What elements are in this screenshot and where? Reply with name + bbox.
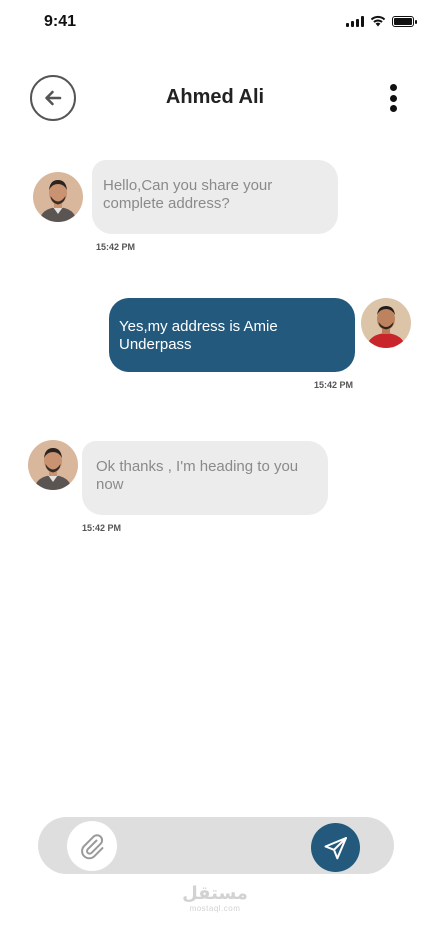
send-button[interactable] [311,823,360,872]
watermark-logo: مستقل mostaql.com [0,883,430,914]
status-icons [346,15,417,27]
avatar [33,172,83,222]
page-title: Ahmed Ali [165,86,265,108]
paperclip-icon [81,834,104,860]
status-bar: 9:41 [0,0,430,44]
attach-button[interactable] [67,821,117,871]
avatar [28,440,78,490]
message-time: 15:42 PM [96,242,136,252]
message-composer [38,817,394,874]
message-input[interactable] [130,829,300,862]
watermark-latin: mostaql.com [189,904,241,913]
message-bubble-outgoing: Yes,my address is Amie Underpass [109,298,355,372]
cellular-signal-icon [346,15,364,27]
chat-header: Ahmed Ali [0,74,430,124]
message-bubble-incoming: Hello,Can you share your complete addres… [92,160,338,234]
wifi-icon [370,15,386,27]
status-time: 9:41 [44,13,77,30]
avatar [361,298,411,348]
message-bubble-incoming: Ok thanks , I'm heading to you now [82,441,328,515]
message-time: 15:42 PM [82,523,122,533]
battery-icon [392,15,417,27]
more-options-button[interactable] [386,84,400,112]
watermark-arabic: مستقل [182,883,248,904]
message-time: 15:42 PM [314,380,354,390]
paper-plane-icon [324,836,347,859]
vertical-dots-icon [389,84,397,91]
